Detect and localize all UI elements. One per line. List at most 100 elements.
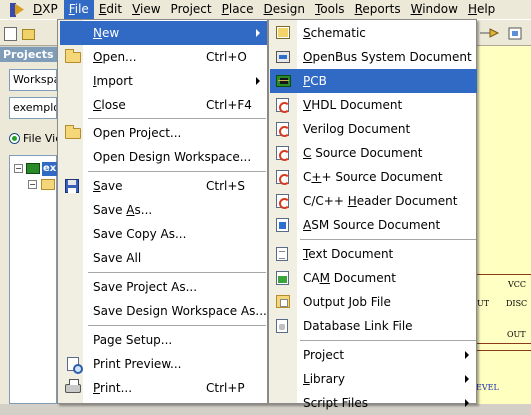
tree-item-project[interactable]: ex — [42, 162, 58, 176]
toolbar-component-icon[interactable] — [505, 26, 525, 41]
menu-separator — [300, 340, 476, 341]
submenu-arrow-icon — [256, 29, 260, 37]
file-menu-item-save-all[interactable]: Save All — [60, 246, 267, 270]
open-folder-icon — [65, 49, 81, 63]
project-field[interactable]: exemplo — [9, 97, 57, 119]
dxp-logo-icon — [10, 2, 27, 17]
file-menu-item-save-copy-as[interactable]: Save Copy As... — [60, 222, 267, 246]
database-link-icon — [276, 319, 288, 333]
new-menu-item-c-c-header-document[interactable]: C/C++ Header Document — [270, 189, 477, 213]
menu-help[interactable]: Help — [463, 0, 500, 19]
menu-item-label: Open Project... — [93, 126, 182, 140]
new-submenu: Schematic OpenBus System Document PCB VHDL … — [268, 19, 477, 410]
radio-selected-icon — [9, 133, 20, 144]
menu-file[interactable]: File — [63, 0, 94, 19]
new-menu-item-library[interactable]: Library — [270, 367, 477, 391]
new-menu-item-cam-document[interactable]: CAM Document — [270, 266, 477, 290]
menu-item-label: Project — [303, 348, 345, 362]
menu-item-label: C Source Document — [303, 146, 423, 160]
file-menu-item-open-project[interactable]: Open Project... — [60, 121, 267, 145]
new-menu-item-script-files[interactable]: Script Files — [270, 391, 477, 415]
menu-item-label: Open Design Workspace... — [93, 150, 252, 164]
pin-label-disc: DISC — [506, 299, 528, 308]
menu-item-label: Save — [93, 179, 123, 193]
file-menu-item-new[interactable]: New — [60, 21, 267, 45]
new-menu-item-asm-source-document[interactable]: ASM Source Document — [270, 213, 477, 237]
menu-item-label: C/C++ Header Document — [303, 194, 458, 208]
menu-item-label: Script Files — [303, 396, 368, 410]
new-menu-item-text-document[interactable]: Text Document — [270, 242, 477, 266]
file-menu-item-page-setup[interactable]: Page Setup... — [60, 328, 267, 352]
open-project-icon — [65, 125, 81, 139]
menu-item-label: Save As... — [93, 203, 153, 217]
menu-project[interactable]: Project — [166, 0, 217, 19]
new-menu-item-c-source-document[interactable]: C++ Source Document — [270, 165, 477, 189]
open-folder-icon[interactable] — [22, 29, 35, 40]
print-preview-icon — [67, 357, 83, 374]
new-menu-item-verilog-document[interactable]: Verilog Document — [270, 117, 477, 141]
new-menu-item-project[interactable]: Project — [270, 343, 477, 367]
menu-bar: DXP File Edit View Project Place Design … — [0, 0, 531, 19]
file-menu-item-close[interactable]: Close Ctrl+F4 — [60, 93, 267, 117]
menu-view[interactable]: View — [127, 0, 165, 19]
menu-item-label: C++ Source Document — [303, 170, 443, 184]
new-menu-item-schematic[interactable]: Schematic — [270, 21, 477, 45]
file-menu-item-open[interactable]: Open... Ctrl+O — [60, 45, 267, 69]
menu-tools[interactable]: Tools — [310, 0, 350, 19]
new-menu-item-vhdl-document[interactable]: VHDL Document — [270, 93, 477, 117]
tree-collapse-icon[interactable]: − — [28, 180, 37, 189]
menu-item-label: Save Copy As... — [93, 227, 187, 241]
workspace-field[interactable]: Workspace — [9, 69, 57, 91]
menu-design[interactable]: Design — [259, 0, 310, 19]
pin-label-out: OUT — [507, 330, 526, 339]
menu-item-label: Save Design Workspace As... — [93, 304, 267, 318]
menu-edit[interactable]: Edit — [94, 0, 127, 19]
menu-item-label: Import — [93, 74, 133, 88]
new-menu-item-pcb[interactable]: PCB — [270, 69, 477, 93]
cpp-source-icon — [276, 170, 290, 185]
menu-item-label: Open... — [93, 50, 137, 64]
file-menu-item-save-project-as[interactable]: Save Project As... — [60, 275, 267, 299]
menu-separator — [88, 325, 266, 326]
menu-window[interactable]: Window — [406, 0, 463, 19]
file-menu-item-print-preview[interactable]: Print Preview... — [60, 352, 267, 376]
new-menu-item-database-link-file[interactable]: Database Link File — [270, 314, 477, 338]
new-menu-item-c-source-document[interactable]: C Source Document — [270, 141, 477, 165]
menu-separator — [88, 272, 266, 273]
file-menu-item-save-design-workspace-as[interactable]: Save Design Workspace As... — [60, 299, 267, 323]
projects-panel: Workspace exemplo File View − ex − — [0, 62, 71, 404]
printer-icon — [65, 379, 81, 393]
vhdl-icon — [276, 98, 290, 113]
new-document-icon[interactable] — [4, 27, 17, 41]
menu-dxp[interactable]: DXP — [31, 0, 64, 19]
verilog-icon — [276, 122, 290, 137]
menu-item-label: New — [93, 26, 120, 40]
submenu-arrow-icon — [256, 77, 260, 85]
asm-source-icon — [276, 218, 289, 232]
file-menu-item-open-design-workspace[interactable]: Open Design Workspace... — [60, 145, 267, 169]
menu-place[interactable]: Place — [217, 0, 259, 19]
menu-item-label: Library — [303, 372, 345, 386]
file-menu-item-import[interactable]: Import — [60, 69, 267, 93]
folder-icon — [41, 179, 55, 190]
toolbar-wire-icon[interactable] — [480, 26, 502, 41]
c-header-icon — [276, 194, 290, 209]
menu-item-label: Text Document — [303, 247, 394, 261]
new-menu-item-output-job-file[interactable]: Output Job File — [270, 290, 477, 314]
menu-reports[interactable]: Reports — [350, 0, 406, 19]
file-menu-item-save-as[interactable]: Save As... — [60, 198, 267, 222]
project-tree[interactable]: − ex − — [9, 155, 58, 404]
file-menu-item-save[interactable]: Save Ctrl+S — [60, 174, 267, 198]
cam-document-icon — [276, 271, 289, 285]
pcb-icon — [276, 75, 291, 87]
new-menu-item-openbus-system-document[interactable]: OpenBus System Document — [270, 45, 477, 69]
menu-item-label: OpenBus System Document — [303, 50, 472, 64]
menu-item-label: Database Link File — [303, 319, 413, 333]
schematic-icon — [276, 26, 290, 39]
file-menu-item-print[interactable]: Print... Ctrl+P — [60, 376, 267, 400]
menu-item-label: Close — [93, 98, 126, 112]
menu-item-label: PCB — [303, 74, 327, 88]
menu-item-label: VHDL Document — [303, 98, 403, 112]
tree-collapse-icon[interactable]: − — [14, 164, 23, 173]
menu-separator — [88, 118, 266, 119]
